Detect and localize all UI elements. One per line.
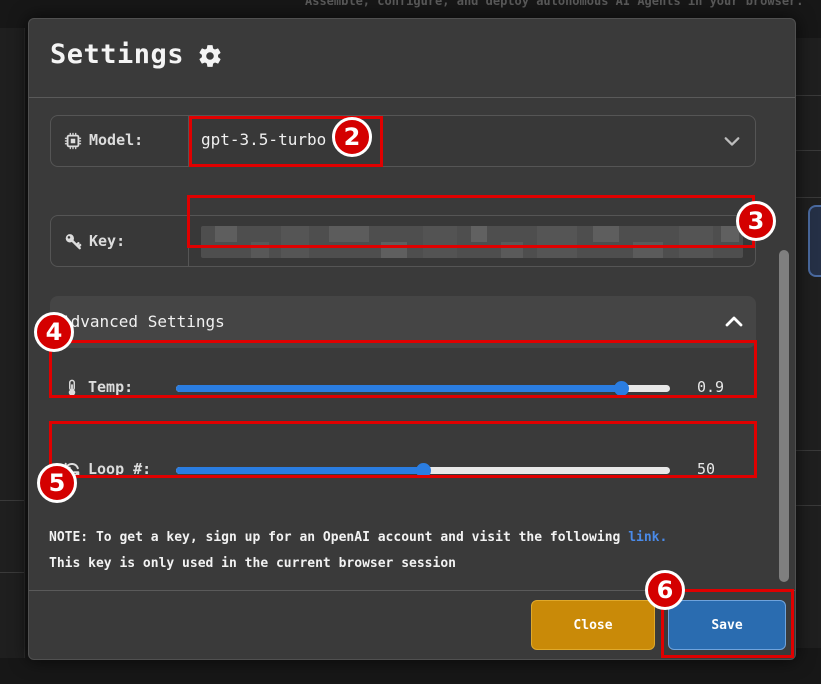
note-text: NOTE: To get a key, sign up for an OpenA…: [49, 530, 629, 545]
background-divider: [794, 505, 821, 506]
field-divider: [188, 116, 189, 166]
annotation-badge: 6: [645, 570, 685, 610]
background-tagline: Assemble, configure, and deploy autonomo…: [305, 0, 804, 8]
dialog-title: Settings: [50, 39, 185, 70]
key-field: Key:: [50, 215, 756, 267]
temp-setting: Temp: 0.9: [50, 361, 756, 413]
model-value: gpt-3.5-turbo: [201, 130, 327, 149]
dialog-body: Model: gpt-3.5-turbo Key: Advanced Setti…: [29, 98, 795, 590]
background-agent-chip: [808, 205, 821, 277]
background-divider: [0, 500, 24, 501]
background-divider: [794, 150, 821, 151]
accordion-divider: · · ·: [536, 336, 577, 347]
loop-slider[interactable]: [176, 463, 670, 478]
advanced-settings-title: Advanced Settings: [61, 312, 225, 331]
openai-key-link[interactable]: link.: [628, 530, 667, 545]
key-icon: [65, 234, 82, 250]
session-note: This key is only used in the current bro…: [49, 556, 456, 571]
model-label: Model:: [89, 131, 144, 149]
temp-label: Temp:: [88, 378, 134, 396]
key-input[interactable]: [201, 226, 743, 258]
annotation-badge: 5: [37, 463, 77, 503]
annotation-badge: 4: [34, 312, 74, 352]
close-button[interactable]: Close: [531, 600, 655, 650]
background-right-panel: [794, 38, 821, 648]
field-divider: [188, 216, 189, 266]
thermometer-icon: [68, 379, 76, 396]
chip-icon: [64, 132, 82, 150]
loop-setting: Loop #: 50: [50, 443, 756, 495]
temp-slider-thumb[interactable]: [613, 381, 629, 396]
background-divider: [794, 95, 821, 96]
scrollbar-thumb[interactable]: [779, 250, 789, 582]
loop-slider-fill: [176, 467, 423, 474]
loop-label: Loop #:: [88, 460, 152, 478]
loop-slider-thumb[interactable]: [416, 463, 431, 478]
api-key-note: NOTE: To get a key, sign up for an OpenA…: [49, 530, 667, 545]
background-divider: [0, 572, 24, 573]
background-divider: [794, 450, 821, 451]
gear-icon: [199, 45, 221, 67]
temp-slider-fill: [176, 385, 621, 392]
background-divider: [794, 197, 821, 198]
dialog-scrollbar[interactable]: [777, 106, 793, 584]
annotation-badge: 3: [736, 201, 776, 241]
loop-value: 50: [697, 460, 716, 478]
chevron-down-icon: [724, 137, 740, 146]
annotation-badge: 2: [332, 117, 372, 157]
settings-dialog: Settings Model: gpt-3.5-turbo Key: Advan…: [28, 18, 796, 660]
chevron-up-icon: [725, 316, 743, 327]
temp-slider[interactable]: [176, 381, 670, 396]
temp-value: 0.9: [697, 378, 725, 396]
advanced-settings-toggle[interactable]: Advanced Settings: [50, 296, 756, 348]
background-left-panel: [0, 28, 25, 658]
key-label: Key:: [89, 232, 126, 250]
model-select[interactable]: Model: gpt-3.5-turbo: [50, 115, 756, 167]
save-button[interactable]: Save: [668, 600, 786, 650]
dialog-header: Settings: [29, 19, 795, 98]
